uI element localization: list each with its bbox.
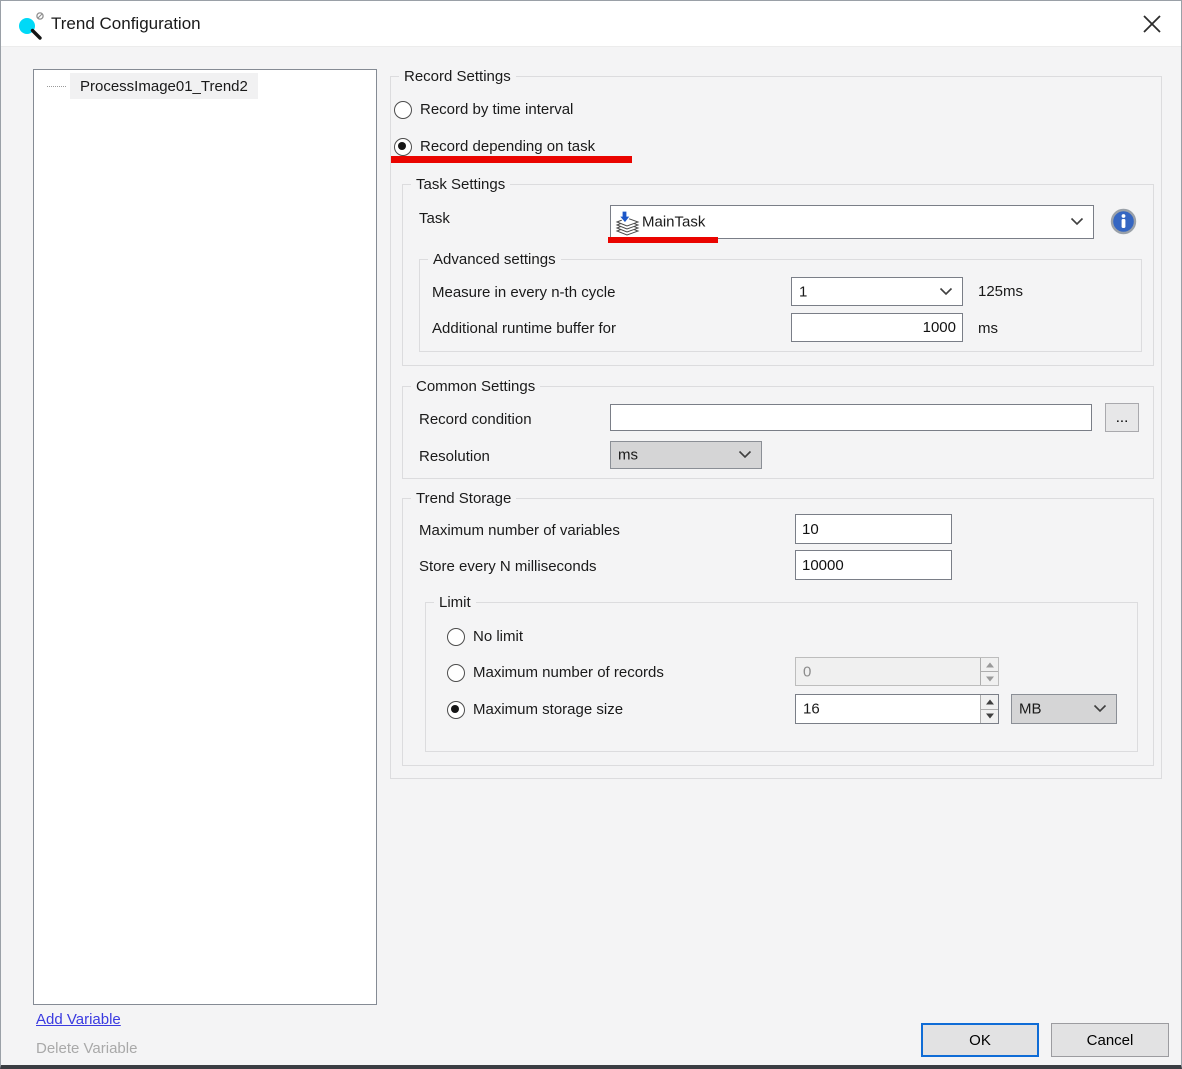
store-every-input[interactable] (795, 550, 952, 580)
advanced-settings-legend: Advanced settings (428, 250, 561, 269)
record-depending-task-label[interactable]: Record depending on task (420, 137, 595, 156)
close-button[interactable] (1131, 7, 1173, 41)
store-every-label: Store every N milliseconds (419, 557, 597, 576)
buffer-input[interactable] (791, 313, 963, 342)
resolution-label: Resolution (419, 447, 490, 466)
limit-group: Limit No limit Maximum number of records… (425, 602, 1138, 752)
max-storage-label[interactable]: Maximum storage size (473, 700, 623, 719)
resolution-combobox-value: ms (618, 447, 638, 464)
record-by-time-label[interactable]: Record by time interval (420, 100, 573, 119)
cancel-button[interactable]: Cancel (1051, 1023, 1169, 1057)
task-settings-group: Task Settings Task MainTask (402, 184, 1154, 366)
record-depending-task-radio[interactable] (394, 138, 412, 156)
trend-tree-panel: ProcessImage01_Trend2 (33, 69, 377, 1005)
add-variable-link[interactable]: Add Variable (36, 1011, 121, 1028)
record-settings-legend: Record Settings (399, 67, 516, 86)
tree-item-label: ProcessImage01_Trend2 (70, 73, 258, 99)
chevron-down-icon (939, 283, 953, 301)
max-storage-spinner[interactable]: 16 (795, 694, 999, 724)
storage-unit-combobox[interactable]: MB (1011, 694, 1117, 724)
cycle-time-value: 125ms (978, 283, 1023, 300)
task-settings-legend: Task Settings (411, 175, 510, 194)
common-settings-legend: Common Settings (411, 377, 540, 396)
record-condition-input[interactable] (610, 404, 1092, 431)
cycle-combobox-value: 1 (799, 283, 807, 300)
resolution-combobox[interactable]: ms (610, 441, 762, 469)
storage-unit-value: MB (1019, 701, 1042, 718)
spinner-arrows-icon[interactable] (980, 695, 998, 723)
buffer-label: Additional runtime buffer for (432, 319, 616, 338)
record-condition-label: Record condition (419, 410, 532, 429)
trend-storage-group: Trend Storage Maximum number of variable… (402, 498, 1154, 766)
common-settings-group: Common Settings Record condition ... Res… (402, 386, 1154, 479)
task-combobox[interactable]: MainTask (610, 205, 1094, 239)
max-records-radio[interactable] (447, 664, 465, 682)
window-title: Trend Configuration (51, 14, 201, 34)
browse-condition-button[interactable]: ... (1105, 403, 1139, 432)
record-by-time-radio[interactable] (394, 101, 412, 119)
advanced-settings-group: Advanced settings Measure in every n-th … (419, 259, 1142, 352)
spinner-arrows-icon (980, 658, 998, 685)
ok-button[interactable]: OK (921, 1023, 1039, 1057)
max-storage-radio[interactable] (447, 701, 465, 719)
close-icon (1141, 13, 1163, 35)
delete-variable-disabled: Delete Variable (36, 1040, 137, 1057)
tree-branch-line (47, 86, 66, 87)
task-combobox-value: MainTask (642, 214, 705, 231)
max-records-value: 0 (803, 663, 811, 680)
max-variables-input[interactable] (795, 514, 952, 544)
annotation-underline-maintask (608, 237, 718, 243)
info-icon[interactable] (1110, 208, 1137, 240)
chevron-down-icon (1093, 700, 1107, 718)
annotation-underline-task-radio (391, 156, 632, 163)
title-bar: Trend Configuration (1, 1, 1181, 47)
trend-app-icon (17, 9, 47, 46)
task-label: Task (419, 209, 450, 228)
max-variables-label: Maximum number of variables (419, 521, 620, 540)
tree-item-trend[interactable]: ProcessImage01_Trend2 (34, 73, 376, 99)
no-limit-label[interactable]: No limit (473, 627, 523, 646)
chevron-down-icon (1070, 213, 1084, 231)
trend-storage-legend: Trend Storage (411, 489, 516, 508)
max-storage-value: 16 (803, 701, 820, 718)
buffer-unit-label: ms (978, 320, 998, 337)
cycle-combobox[interactable]: 1 (791, 277, 963, 306)
no-limit-radio[interactable] (447, 628, 465, 646)
chevron-down-icon (738, 446, 752, 464)
trend-configuration-dialog: Trend Configuration ProcessImage01_Trend… (0, 0, 1182, 1069)
max-records-label[interactable]: Maximum number of records (473, 663, 664, 682)
cycle-label: Measure in every n-th cycle (432, 283, 615, 302)
max-records-spinner: 0 (795, 657, 999, 686)
limit-legend: Limit (434, 593, 476, 612)
